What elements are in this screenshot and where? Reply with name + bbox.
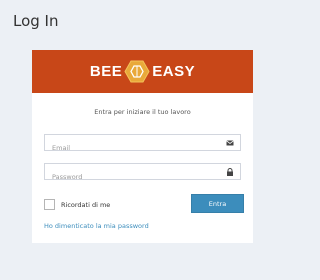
password-field-wrapper bbox=[44, 163, 241, 185]
password-field[interactable] bbox=[45, 169, 222, 185]
email-field[interactable] bbox=[45, 140, 222, 156]
email-field-wrapper bbox=[44, 134, 241, 156]
login-box: BEE EASY Entra per iniziare il tuo lavor… bbox=[32, 50, 253, 243]
remember-me-label: Ricordati di me bbox=[61, 200, 111, 209]
bee-hexagon-icon bbox=[124, 60, 150, 83]
brand-right-text: EASY bbox=[152, 63, 196, 80]
brand-bar: BEE EASY bbox=[32, 50, 253, 93]
lock-icon bbox=[227, 168, 233, 176]
brand-left-text: BEE bbox=[89, 63, 123, 80]
forgot-password-link[interactable]: Ho dimenticato la mia password bbox=[44, 222, 149, 230]
page-title: Log In bbox=[13, 12, 59, 30]
login-button[interactable]: Entra bbox=[191, 194, 244, 213]
remember-me-checkbox[interactable] bbox=[44, 199, 55, 210]
login-intro-text: Entra per iniziare il tuo lavoro bbox=[94, 108, 191, 116]
envelope-icon bbox=[226, 140, 234, 146]
remember-me[interactable]: Ricordati di me bbox=[44, 199, 110, 210]
